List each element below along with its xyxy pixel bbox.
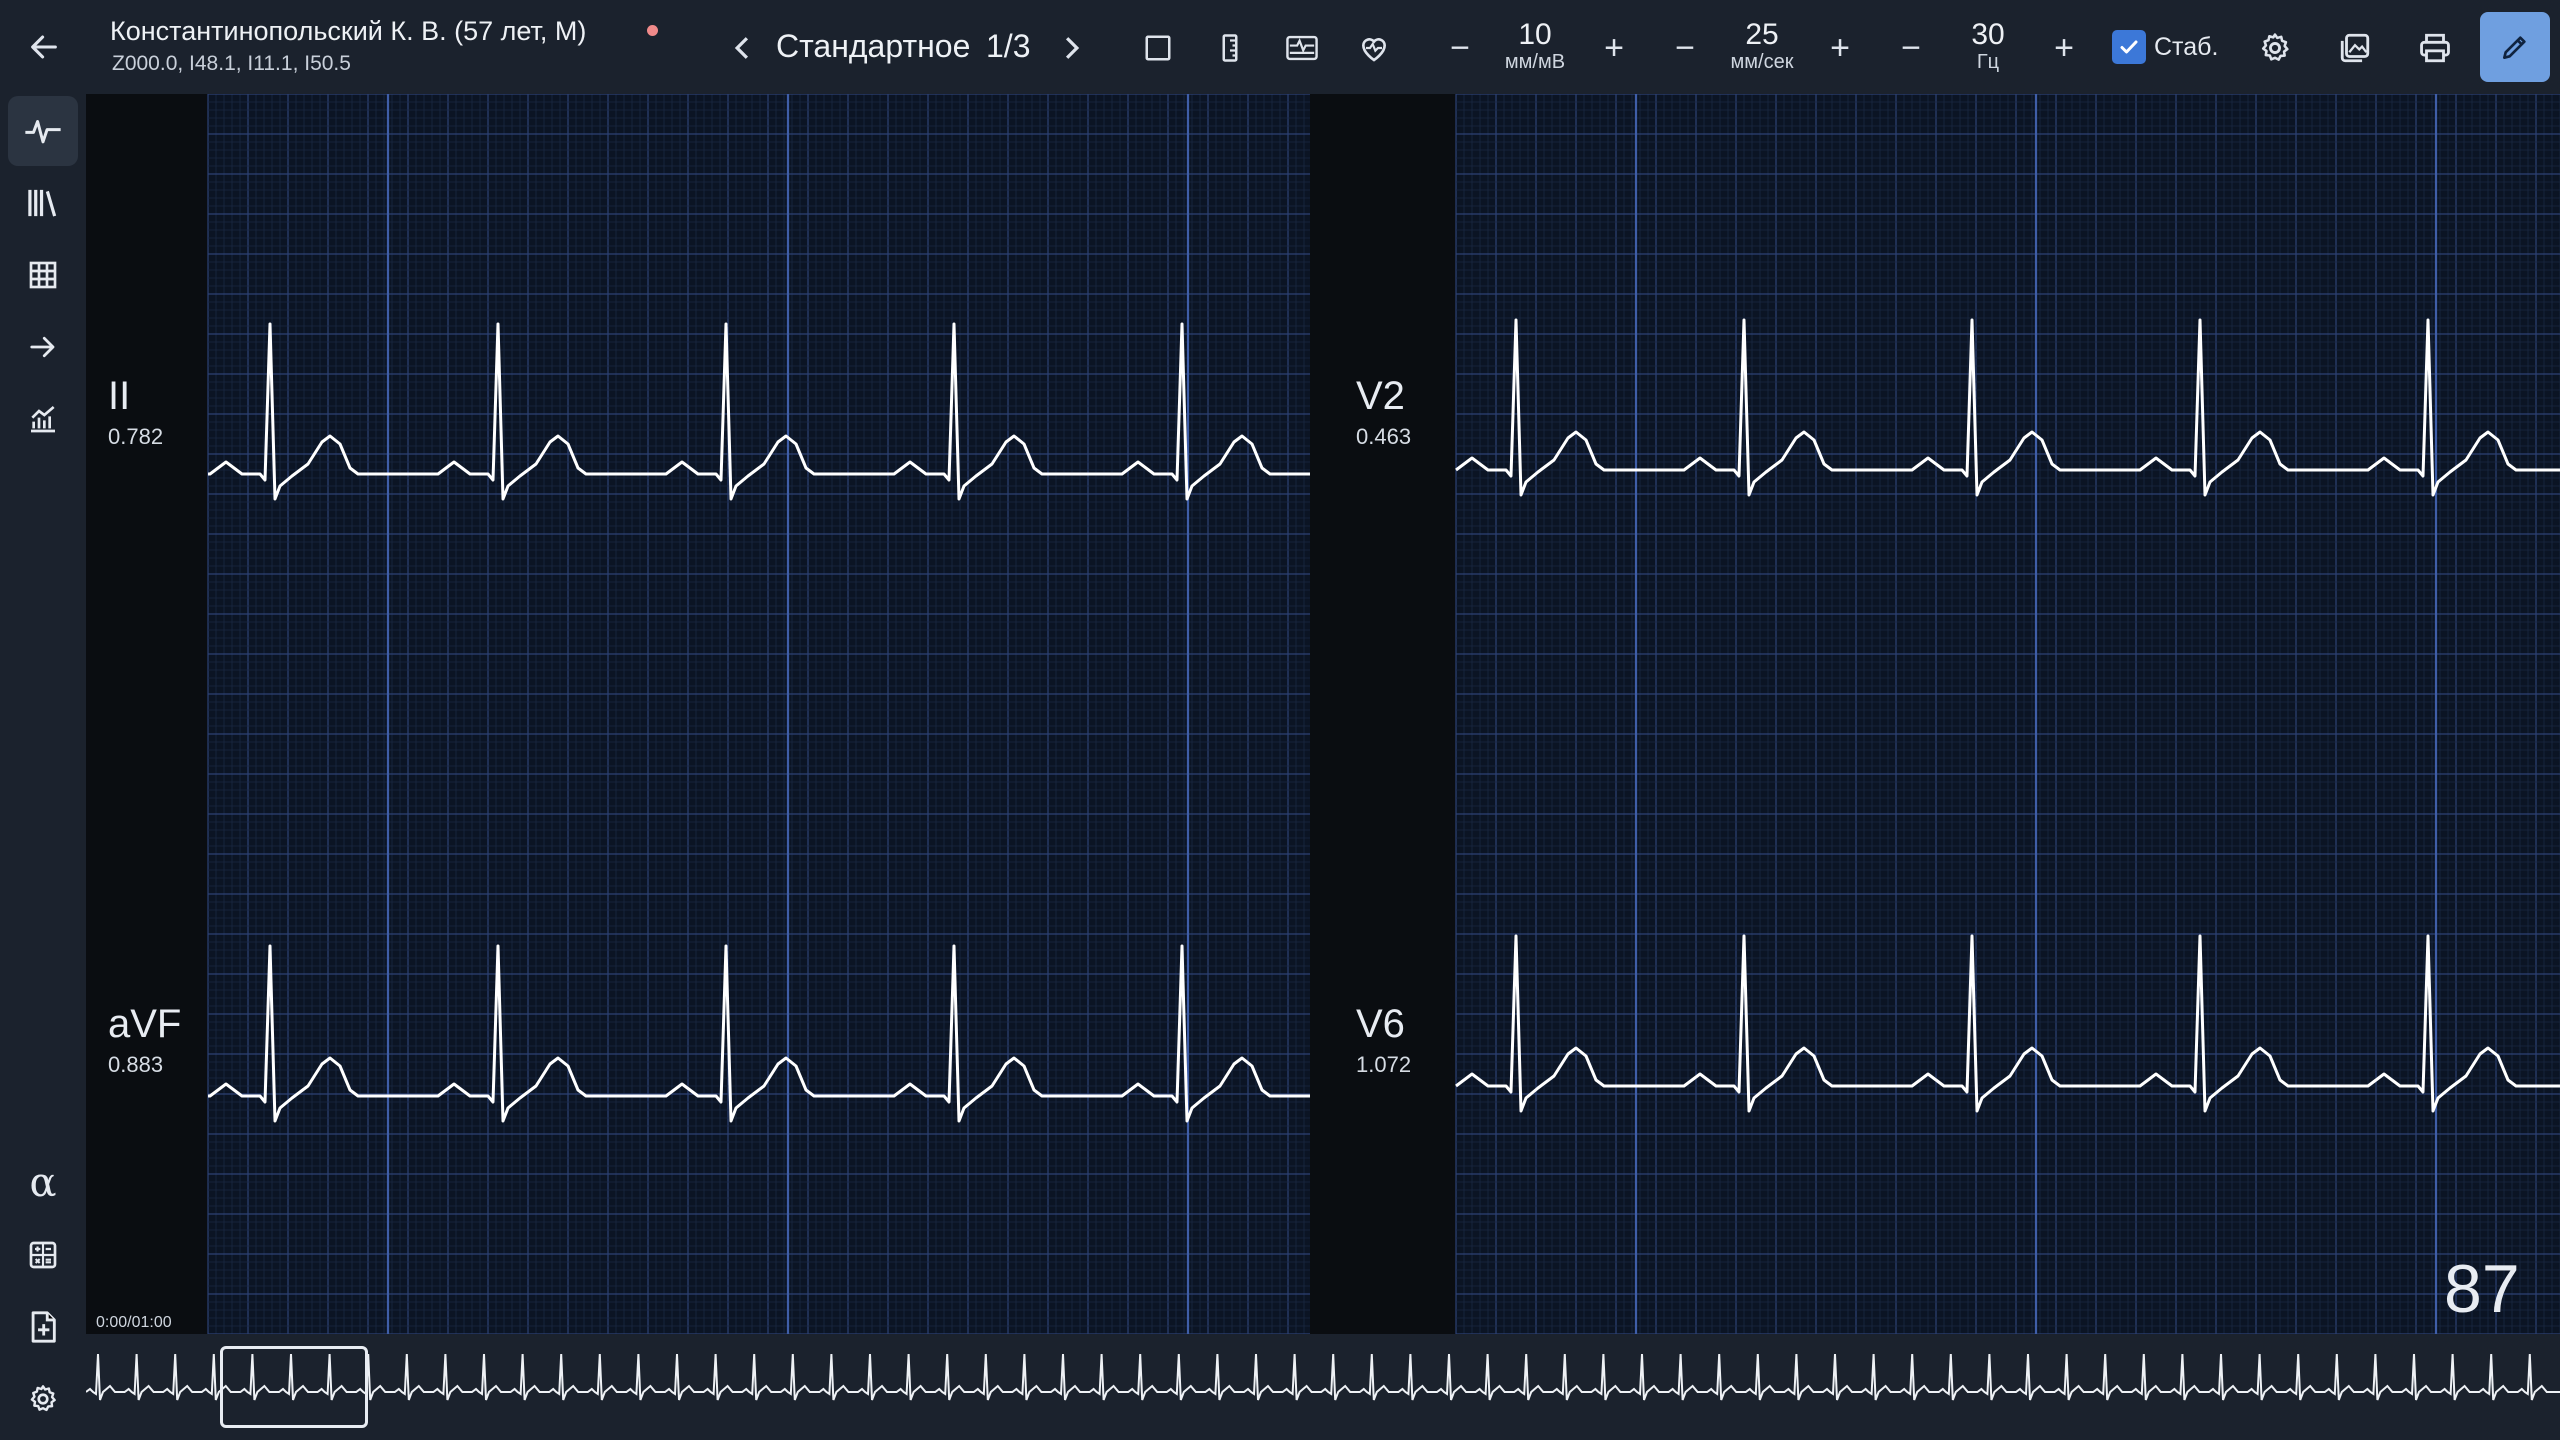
overview-window-selector[interactable]: [220, 1346, 368, 1428]
sidebar-item-ecg[interactable]: [8, 96, 78, 166]
patient-name[interactable]: Константинопольский К. В. (57 лет, М): [110, 16, 586, 47]
chevron-right-icon: [1065, 37, 1080, 59]
speed-number: 25: [1745, 18, 1779, 51]
amplitude-value: 10 мм/мВ: [1490, 18, 1580, 73]
lead-amp-avf: 0.883: [108, 1052, 164, 1077]
sidebar-item-alpha[interactable]: α: [8, 1148, 78, 1218]
filter-unit: Гц: [1976, 51, 2000, 73]
heart-rate-button[interactable]: [1350, 24, 1398, 72]
amplitude-increase-button[interactable]: +: [1592, 26, 1636, 70]
overview-ecg-trace: [86, 1353, 2560, 1401]
top-toolbar: Константинопольский К. В. (57 лет, М) Z0…: [0, 0, 2560, 94]
print-button[interactable]: [2410, 24, 2460, 72]
calculator-icon: [29, 1241, 57, 1269]
stabilize-label[interactable]: Стаб.: [2154, 33, 2218, 62]
sidebar-item-settings[interactable]: [8, 1364, 78, 1434]
sidebar-item-grid[interactable]: [8, 240, 78, 310]
status-dot: [647, 25, 658, 36]
edit-mode-button[interactable]: [2480, 12, 2550, 82]
heart-rate-icon: [1361, 38, 1387, 62]
grid-panel-left: [207, 94, 1310, 1334]
ecg-viewer[interactable]: II 0.782 aVF 0.883 V2 0.463 V6 1.072 0:0…: [86, 94, 2560, 1334]
compare-icon: [1286, 35, 1318, 61]
next-view-button[interactable]: [1052, 26, 1092, 70]
library-icon: [28, 189, 57, 217]
view-page: 1/3: [986, 28, 1031, 64]
ruler-icon: [1222, 34, 1238, 62]
amplitude-decrease-button[interactable]: −: [1438, 26, 1482, 70]
checkmark-icon: [2120, 40, 2138, 54]
filter-value: 30 Гц: [1948, 18, 2028, 73]
sidebar-item-new-file[interactable]: [8, 1292, 78, 1362]
alpha-icon: α: [29, 1160, 57, 1206]
lead-amp-v6: 1.072: [1356, 1052, 1412, 1077]
printer-icon: [2420, 33, 2450, 63]
compare-tool-button[interactable]: [1278, 24, 1326, 72]
speed-value: 25 мм/сек: [1712, 18, 1812, 73]
sidebar-item-analytics[interactable]: [8, 384, 78, 454]
overview-strip[interactable]: [86, 1334, 2560, 1440]
grid-panel-right: [1455, 94, 2560, 1334]
settings-button[interactable]: [2250, 24, 2300, 72]
left-sidebar: α: [0, 94, 86, 1440]
lead-amp-ii: 0.782: [108, 424, 164, 449]
settings-icon: [30, 1385, 56, 1412]
lead-label-avf: aVF: [108, 1002, 182, 1046]
amplitude-unit: мм/мВ: [1504, 51, 1566, 73]
ruler-tool-button[interactable]: [1206, 24, 1254, 72]
square-icon: [1145, 35, 1171, 61]
amplitude-number: 10: [1518, 18, 1552, 51]
gear-icon: [2261, 33, 2289, 61]
overview-trace-path: [86, 1353, 2560, 1401]
view-title[interactable]: Стандартное: [776, 28, 970, 65]
speed-decrease-button[interactable]: −: [1663, 26, 1707, 70]
diagnosis-codes: Z000.0, I48.1, I11.1, I50.5: [112, 52, 351, 75]
arrow-right-icon: [30, 336, 55, 358]
gallery-button[interactable]: [2330, 24, 2380, 72]
pencil-icon: [2503, 36, 2526, 59]
filter-number: 30: [1971, 18, 2005, 51]
file-add-icon: [31, 1311, 56, 1343]
sidebar-item-calculator[interactable]: [8, 1220, 78, 1290]
ecg-grid: [207, 94, 2560, 1334]
heart-rate-readout: 87: [2444, 1251, 2520, 1327]
sidebar-item-next[interactable]: [8, 312, 78, 382]
back-button[interactable]: [16, 22, 72, 72]
lead-amp-v2: 0.463: [1356, 424, 1412, 449]
arrow-left-icon: [31, 35, 57, 59]
grid-icon: [29, 261, 57, 289]
gallery-icon: [2340, 33, 2370, 63]
ecg-wave-icon: [25, 120, 61, 144]
filter-increase-button[interactable]: +: [2042, 26, 2086, 70]
speed-unit: мм/сек: [1730, 51, 1794, 73]
lead-label-v6: V6: [1356, 1002, 1405, 1046]
prev-view-button[interactable]: [722, 26, 762, 70]
square-tool-button[interactable]: [1134, 24, 1182, 72]
sidebar-item-library[interactable]: [8, 168, 78, 238]
stabilize-checkbox[interactable]: [2112, 30, 2146, 64]
time-position: 0:00/01:00: [96, 1314, 172, 1331]
lead-label-v2: V2: [1356, 374, 1405, 418]
chevron-left-icon: [734, 37, 749, 59]
chart-icon: [31, 405, 55, 433]
filter-decrease-button[interactable]: −: [1889, 26, 1933, 70]
lead-label-ii: II: [108, 374, 131, 418]
speed-increase-button[interactable]: +: [1818, 26, 1862, 70]
